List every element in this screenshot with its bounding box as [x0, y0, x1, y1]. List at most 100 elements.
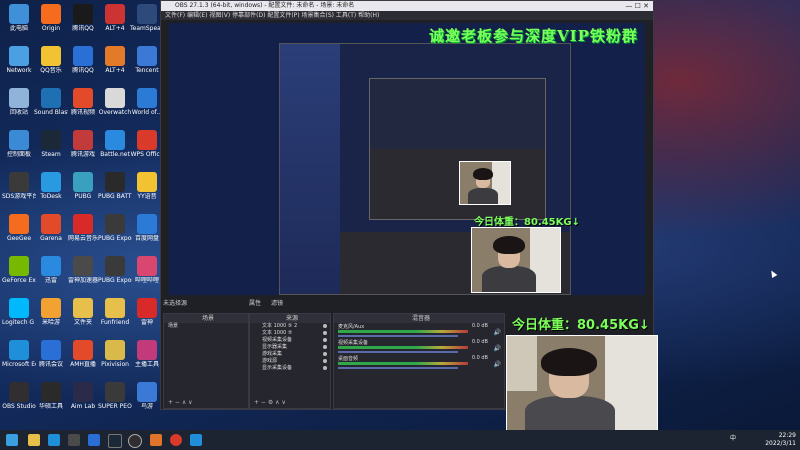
ime-indicator[interactable]: 中 [730, 435, 736, 443]
desktop-icon[interactable]: Origin [34, 4, 68, 32]
speaker-icon[interactable]: 🔊 [494, 329, 501, 336]
desktop-icon[interactable]: Aim Lab [66, 382, 100, 410]
desktop-icon[interactable]: 腾讯视频 [66, 88, 100, 116]
desktop-icon[interactable]: Microsoft Edge [2, 340, 36, 368]
source-item[interactable]: 文本 1000 ⑤ 2 [250, 323, 330, 330]
desktop-icon[interactable]: YY语音 [130, 172, 164, 200]
desktop-icon-label: 华硕工具 [38, 403, 63, 410]
source-item[interactable]: 文本 1000 ⑤ [250, 330, 330, 337]
system-tray[interactable]: 中 22:29 2022/3/11 [730, 432, 796, 448]
desktop-icon[interactable]: 腾讯游戏 [66, 130, 100, 158]
desktop-icon[interactable]: World of... [130, 88, 164, 116]
desktop-icon[interactable]: 鸟游 [130, 382, 164, 410]
app-icon [73, 172, 93, 192]
obs-titlebar[interactable]: OBS 27.1.3 (64-bit, windows) - 配置文件: 未命名… [161, 1, 653, 11]
clock-time[interactable]: 22:29 [765, 432, 796, 440]
desktop-icon[interactable]: GeForce Experience [2, 256, 36, 284]
desktop-icon[interactable]: PUBG Export... [98, 214, 132, 242]
clock-date[interactable]: 2022/3/11 [765, 440, 796, 448]
window-controls[interactable]: — ☐ ✕ [625, 1, 649, 11]
volume-slider[interactable] [338, 351, 458, 353]
steam-icon[interactable] [108, 434, 122, 448]
scene-buttons[interactable]: + − ∧ ∨ [168, 399, 193, 406]
speaker-icon[interactable]: 🔊 [494, 361, 501, 368]
scene-item[interactable]: 场景 [164, 323, 248, 330]
desktop-icon[interactable]: AMH直播 [66, 340, 100, 368]
obs-preview[interactable]: 诚邀老板参与深度VIP铁粉群 今日体重：80.45KG↓ [169, 23, 645, 295]
desktop-icon[interactable]: QQ音乐 [34, 46, 68, 74]
eye-icon[interactable] [323, 324, 327, 328]
desktop-icon[interactable]: Logitech G HUB [2, 298, 36, 326]
desktop-icon[interactable]: Tencent [130, 46, 164, 74]
eye-icon[interactable] [323, 345, 327, 349]
app-icon[interactable] [88, 434, 100, 446]
desktop-icon[interactable]: Funfriend [98, 298, 132, 326]
desktop-icon[interactable]: 腾讯QQ [66, 4, 100, 32]
eye-icon[interactable] [323, 352, 327, 356]
source-item[interactable]: 视频采集设备 [250, 337, 330, 344]
desktop-icon[interactable]: OBS Studio [2, 382, 36, 410]
desktop-icon[interactable]: 华硕工具 [34, 382, 68, 410]
desktop-icon[interactable]: 雷神 [130, 298, 164, 326]
desktop-icon[interactable]: 此电脑 [2, 4, 36, 32]
desktop-icon[interactable]: SUPER PEOPLE [98, 382, 132, 410]
eye-icon[interactable] [323, 338, 327, 342]
source-buttons[interactable]: + − ⚙ ∧ ∨ [254, 399, 286, 406]
source-item[interactable]: 游戏源 [250, 358, 330, 365]
desktop-icon[interactable]: ALT+4 [98, 4, 132, 32]
browser-icon[interactable] [48, 434, 60, 446]
speaker-icon[interactable]: 🔊 [494, 345, 501, 352]
desktop-icon[interactable]: 腾讯会议 [34, 340, 68, 368]
desktop-icon[interactable]: GeeGee [2, 214, 36, 242]
edge-icon[interactable] [190, 434, 202, 446]
desktop-icon[interactable]: Sound Blaster... [34, 88, 68, 116]
tab-filters[interactable]: 滤镜 [271, 300, 283, 307]
volume-slider[interactable] [338, 367, 458, 369]
desktop-icon[interactable]: 哔哩哔哩 [130, 256, 164, 284]
desktop-icon[interactable]: 主播工具 [130, 340, 164, 368]
desktop-icon[interactable]: 雷神加速器 [66, 256, 100, 284]
desktop-icon[interactable]: Overwatch [98, 88, 132, 116]
desktop-icon[interactable]: 腾讯QQ [66, 46, 100, 74]
desktop-icon[interactable]: 迅雷 [34, 256, 68, 284]
desktop-icon-label: 哔哩哔哩 [134, 277, 159, 284]
source-item[interactable]: 显示器采集 [250, 344, 330, 351]
desktop-icon[interactable]: ToDesk [34, 172, 68, 200]
desktop-icon[interactable]: ALT+4 [98, 46, 132, 74]
desktop-icon[interactable]: 网易云音乐 [66, 214, 100, 242]
tab-properties[interactable]: 属性 [249, 300, 261, 307]
eye-icon[interactable] [323, 331, 327, 335]
desktop-icon[interactable]: WPS Office [130, 130, 164, 158]
desktop-icon[interactable]: 米哈游 [34, 298, 68, 326]
desktop-icon[interactable]: 文件夹 [66, 298, 100, 326]
desktop-icon[interactable]: SDS游戏平台 [2, 172, 36, 200]
desktop-icon[interactable]: PUBG BATTLEGR... [98, 172, 132, 200]
app-icon [41, 214, 61, 234]
desktop-icon[interactable]: Battle.net [98, 130, 132, 158]
garena-icon[interactable] [150, 434, 162, 446]
desktop-icon[interactable]: TeamSpeak 3 [130, 4, 164, 32]
desktop-icon[interactable]: 回收站 [2, 88, 36, 116]
desktop-icon[interactable]: Garena [34, 214, 68, 242]
desktop-icon[interactable]: Steam [34, 130, 68, 158]
terminal-icon[interactable] [68, 434, 80, 446]
desktop-icon[interactable]: 百度网盘 [130, 214, 164, 242]
file-explorer-icon[interactable] [28, 434, 40, 446]
desktop-icon[interactable]: Pixivision [98, 340, 132, 368]
desktop-icon[interactable]: 控制面板 [2, 130, 36, 158]
desktop-icon[interactable]: PUBG Export... [98, 256, 132, 284]
source-item[interactable]: 显示采集设备 [250, 365, 330, 372]
eye-icon[interactable] [323, 366, 327, 370]
eye-icon[interactable] [323, 359, 327, 363]
desktop-icon-label: ToDesk [40, 193, 62, 200]
windows-start-icon[interactable] [6, 434, 18, 446]
obs-menubar[interactable]: 文件(F) 编辑(E) 视图(V) 停靠部件(D) 配置文件(P) 场景集合(S… [161, 11, 653, 20]
properties-tabs: 属性 滤镜 [249, 299, 283, 308]
chrome-icon[interactable] [170, 434, 182, 446]
obs-taskbar-icon[interactable] [128, 434, 142, 448]
desktop-icon-label: Microsoft Edge [2, 361, 36, 368]
desktop-icon[interactable]: PUBG [66, 172, 100, 200]
desktop-icon[interactable]: Network [2, 46, 36, 74]
volume-slider[interactable] [338, 335, 458, 337]
source-item[interactable]: 游戏采集 [250, 351, 330, 358]
